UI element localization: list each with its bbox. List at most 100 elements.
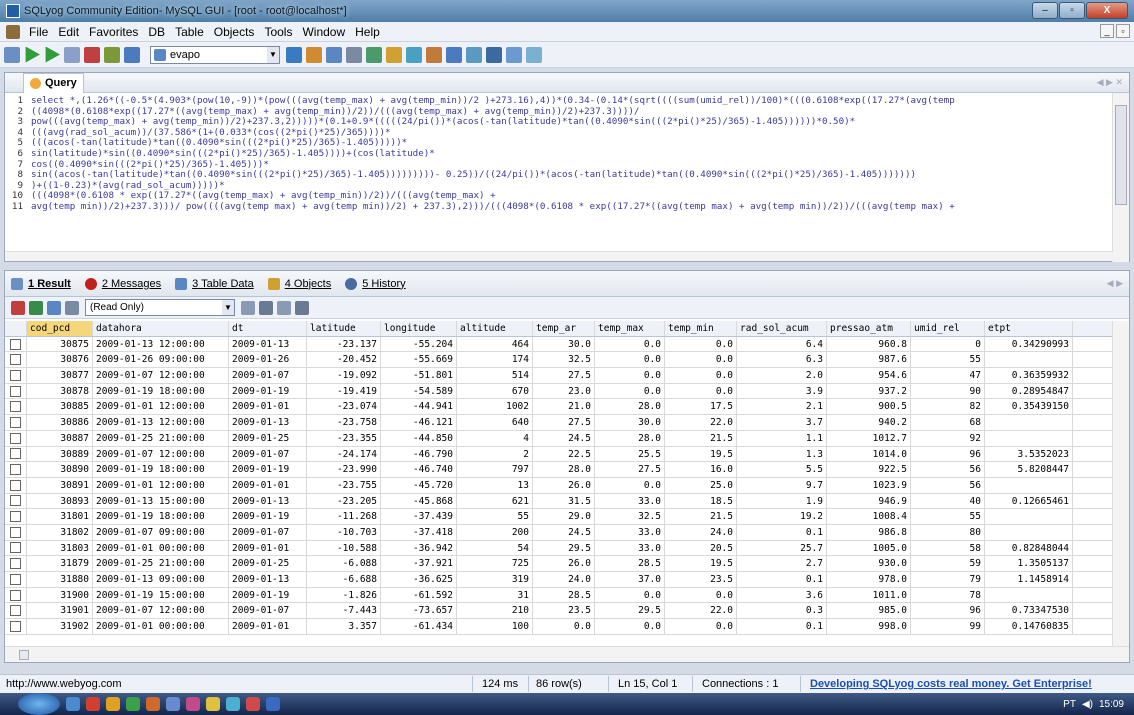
- table-cell[interactable]: 2009-01-19: [229, 462, 307, 477]
- table-cell[interactable]: 2009-01-07: [229, 524, 307, 540]
- text-view-icon[interactable]: [47, 300, 61, 315]
- row-checkbox[interactable]: [5, 477, 27, 493]
- table-row[interactable]: 30889 2009-01-07 12:00:00 2009-01-07 -24.17…: [5, 446, 1113, 463]
- table-cell[interactable]: 9.7: [737, 477, 827, 493]
- table-cell[interactable]: 96: [911, 446, 985, 462]
- table-cell[interactable]: 31: [457, 587, 533, 603]
- row-checkbox[interactable]: [5, 509, 27, 524]
- row-checkbox[interactable]: [5, 352, 27, 368]
- taskbar-app-icon[interactable]: [246, 697, 260, 711]
- table-cell[interactable]: 0.36359932: [985, 368, 1073, 383]
- table-cell[interactable]: 3.6: [737, 587, 827, 603]
- table-cell[interactable]: 25.5: [595, 446, 665, 462]
- table-cell[interactable]: [985, 430, 1073, 446]
- table-cell[interactable]: 30.0: [533, 336, 595, 352]
- tab-nav-arrows[interactable]: ◀ ▶ ✕: [1097, 77, 1123, 88]
- table-cell[interactable]: 1.1: [737, 430, 827, 446]
- table-cell[interactable]: 27.5: [533, 368, 595, 383]
- language-indicator[interactable]: PT: [1063, 699, 1076, 710]
- table-cell[interactable]: 31803: [27, 540, 93, 556]
- table-cell[interactable]: 30876: [27, 352, 93, 368]
- minimize-button[interactable]: –: [1032, 2, 1058, 19]
- table-cell[interactable]: 0.0: [533, 619, 595, 634]
- taskbar-app-icon[interactable]: [186, 697, 200, 711]
- table-row[interactable]: 30885 2009-01-01 12:00:00 2009-01-01 -23.07…: [5, 399, 1113, 416]
- table-cell[interactable]: 725: [457, 556, 533, 571]
- table-cell[interactable]: 940.2: [827, 415, 911, 430]
- restore-icon[interactable]: [386, 46, 402, 63]
- table-cell[interactable]: 18.5: [665, 493, 737, 509]
- table-row[interactable]: 31879 2009-01-25 21:00:00 2009-01-25 -6.088…: [5, 556, 1113, 572]
- row-checkbox[interactable]: [5, 430, 27, 446]
- table-cell[interactable]: 22.5: [533, 446, 595, 462]
- cancel-icon[interactable]: [295, 300, 309, 315]
- table-cell[interactable]: -61.434: [381, 619, 457, 634]
- table-cell[interactable]: 32.5: [595, 509, 665, 524]
- tab-objects[interactable]: 4 Objects: [267, 277, 331, 290]
- table-cell[interactable]: 30877: [27, 368, 93, 383]
- table-cell[interactable]: 0.0: [595, 336, 665, 352]
- taskbar-app-icon[interactable]: [106, 697, 120, 711]
- table-cell[interactable]: 23.5: [533, 603, 595, 619]
- table-cell[interactable]: 0.0: [665, 383, 737, 399]
- row-checkbox[interactable]: [5, 524, 27, 540]
- table-cell[interactable]: 27.5: [595, 462, 665, 477]
- table-cell[interactable]: 0.0: [595, 352, 665, 368]
- table-cell[interactable]: 210: [457, 603, 533, 619]
- table-cell[interactable]: 2009-01-25: [229, 556, 307, 571]
- table-row[interactable]: 30887 2009-01-25 21:00:00 2009-01-25 -23.35…: [5, 430, 1113, 447]
- table-cell[interactable]: 2009-01-07 12:00:00: [93, 603, 229, 619]
- table-cell[interactable]: 31879: [27, 556, 93, 571]
- table-row[interactable]: 30875 2009-01-13 12:00:00 2009-01-13 -23.13…: [5, 336, 1113, 353]
- table-cell[interactable]: 30885: [27, 399, 93, 415]
- table-cell[interactable]: 16.0: [665, 462, 737, 477]
- table-cell[interactable]: 58: [911, 540, 985, 556]
- table-cell[interactable]: 0.12665461: [985, 493, 1073, 509]
- table-cell[interactable]: 960.8: [827, 336, 911, 352]
- table-cell[interactable]: 2009-01-25 21:00:00: [93, 556, 229, 571]
- row-checkbox[interactable]: [5, 556, 27, 571]
- table-cell[interactable]: 90: [911, 383, 985, 399]
- table-cell[interactable]: 2009-01-07: [229, 368, 307, 383]
- table-cell[interactable]: 25.0: [665, 477, 737, 493]
- row-checkbox[interactable]: [5, 493, 27, 509]
- table-cell[interactable]: 2.7: [737, 556, 827, 571]
- save-icon[interactable]: [259, 300, 273, 315]
- table-cell[interactable]: 3.5352023: [985, 446, 1073, 462]
- table-cell[interactable]: 0.0: [595, 587, 665, 603]
- clock[interactable]: 15:09: [1099, 699, 1124, 710]
- table-cell[interactable]: -55.204: [381, 336, 457, 352]
- menu-edit[interactable]: Edit: [53, 25, 84, 39]
- table-cell[interactable]: 19.5: [665, 556, 737, 571]
- table-cell[interactable]: 946.9: [827, 493, 911, 509]
- stop-icon[interactable]: [84, 46, 100, 63]
- table-cell[interactable]: 22.0: [665, 415, 737, 430]
- refresh-icon[interactable]: [104, 46, 120, 63]
- table-cell[interactable]: 998.0: [827, 619, 911, 634]
- table-cell[interactable]: 3.357: [307, 619, 381, 634]
- table-cell[interactable]: 21.5: [665, 430, 737, 446]
- table-cell[interactable]: [985, 509, 1073, 524]
- table-cell[interactable]: 2009-01-25: [229, 430, 307, 446]
- table-cell[interactable]: -19.419: [307, 383, 381, 399]
- table-row[interactable]: 30878 2009-01-19 18:00:00 2009-01-19 -19.41…: [5, 383, 1113, 400]
- table-cell[interactable]: 2009-01-13 12:00:00: [93, 336, 229, 352]
- table-cell[interactable]: 670: [457, 383, 533, 399]
- row-checkbox[interactable]: [5, 336, 27, 352]
- table-cell[interactable]: 2009-01-26: [229, 352, 307, 368]
- export-result-icon[interactable]: [65, 300, 79, 315]
- table-cell[interactable]: -45.720: [381, 477, 457, 493]
- table-cell[interactable]: 17.5: [665, 399, 737, 415]
- table-cell[interactable]: -54.589: [381, 383, 457, 399]
- menu-table[interactable]: Table: [170, 25, 209, 39]
- menu-window[interactable]: Window: [297, 25, 350, 39]
- table-cell[interactable]: 0.35439150: [985, 399, 1073, 415]
- table-cell[interactable]: -36.942: [381, 540, 457, 556]
- table-cell[interactable]: 0.1: [737, 619, 827, 634]
- table-cell[interactable]: -46.790: [381, 446, 457, 462]
- table-cell[interactable]: 2009-01-01: [229, 399, 307, 415]
- table-cell[interactable]: -6.688: [307, 572, 381, 587]
- execute-all-icon[interactable]: [45, 46, 60, 63]
- table-cell[interactable]: 319: [457, 572, 533, 587]
- taskbar-app-icon[interactable]: [86, 697, 100, 711]
